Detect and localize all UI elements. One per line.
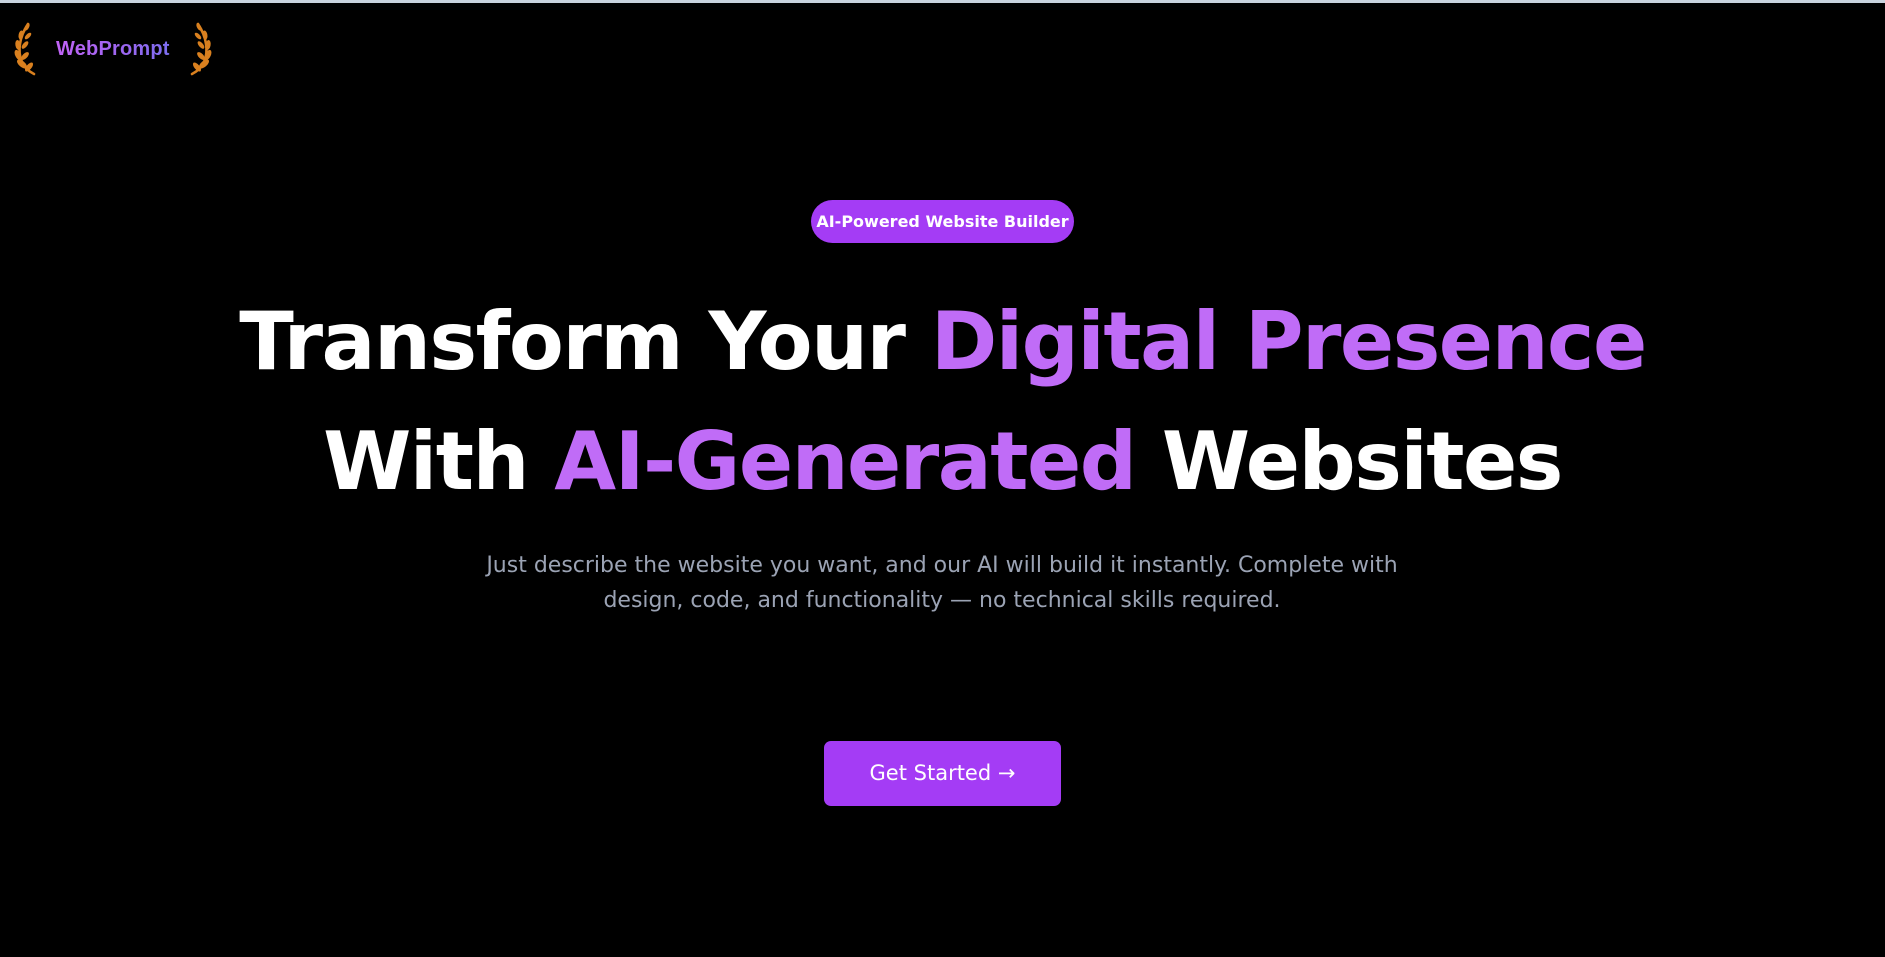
hero-subtitle-line1: Just describe the website you want, and …: [486, 553, 1398, 578]
headline-line1-accent: Digital Presence: [930, 295, 1647, 388]
laurel-right-icon: [190, 22, 212, 76]
hero-subtitle-line2: design, code, and functionality — no tec…: [603, 588, 1281, 613]
laurel-left-icon: [14, 22, 36, 76]
hero-badge: AI-Powered Website Builder: [811, 200, 1074, 243]
headline-line2-white-a: With: [323, 415, 555, 508]
hero-headline: Transform Your Digital Presence With AI-…: [0, 282, 1885, 522]
brand-name: WebPrompt: [56, 37, 170, 60]
window-top-border: [0, 0, 1885, 3]
headline-line2-white-b: Websites: [1135, 415, 1564, 508]
logo-link[interactable]: WebPrompt: [14, 22, 212, 76]
headline-line2-accent: AI-Generated: [554, 415, 1137, 508]
hero-subtitle: Just describe the website you want, and …: [442, 548, 1442, 618]
headline-line1-white: Transform Your: [239, 295, 931, 388]
get-started-button[interactable]: Get Started →: [824, 741, 1061, 806]
